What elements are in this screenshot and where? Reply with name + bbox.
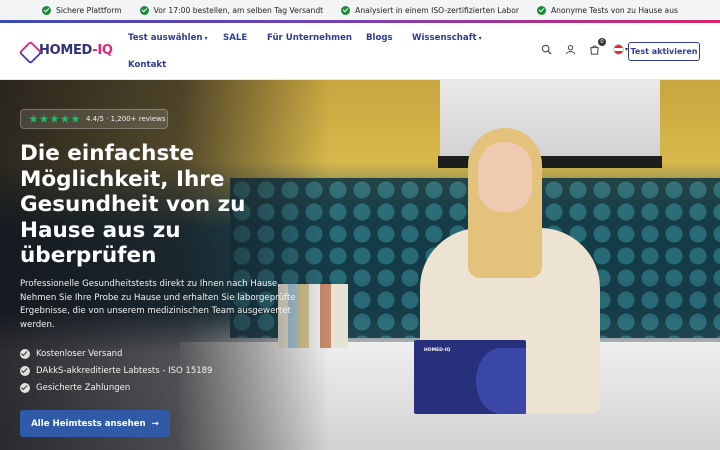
star-icon bbox=[29, 114, 38, 123]
feature-item: Kostenloser Versand bbox=[20, 345, 260, 362]
check-icon bbox=[536, 5, 546, 15]
star-icon bbox=[50, 114, 59, 123]
header-actions: 0 ▾ bbox=[541, 38, 628, 55]
chevron-down-icon: ▾ bbox=[204, 35, 208, 42]
hero-description: Professionelle Gesundheitstests direkt z… bbox=[20, 279, 296, 330]
nav-item-kontakt[interactable]: Kontakt bbox=[128, 60, 166, 70]
check-circle-icon bbox=[20, 365, 30, 376]
announcement-item: Sichere Plattform bbox=[42, 5, 122, 15]
check-circle-icon bbox=[20, 348, 30, 359]
announcement-text: Analysiert in einem ISO-zertifizierten L… bbox=[355, 5, 519, 15]
chevron-down-icon: ▾ bbox=[478, 35, 482, 42]
nav-item-blogs[interactable]: Blogs bbox=[366, 33, 393, 43]
feature-list: Kostenloser Versand DAkkS-akkreditierte … bbox=[20, 345, 260, 396]
feature-item: Gesicherte Zahlungen bbox=[20, 379, 260, 396]
view-home-tests-button[interactable]: Alle Heimtests ansehen → bbox=[20, 410, 170, 437]
test-kit-box-image: HOMED-IQ bbox=[414, 340, 526, 414]
site-header: HOMED-IQ Test auswählen ▾ SALE Für Untern… bbox=[0, 23, 720, 80]
button-label: Alle Heimtests ansehen bbox=[31, 418, 146, 429]
search-icon[interactable] bbox=[541, 43, 553, 55]
check-circle-icon bbox=[20, 382, 30, 393]
announcement-item: Vor 17:00 bestellen, am selben Tag Versa… bbox=[139, 5, 324, 15]
star-icon bbox=[39, 114, 49, 123]
language-selector[interactable]: ▾ bbox=[612, 43, 628, 55]
nav-item-wissenschaft[interactable]: Wissenschaft ▾ bbox=[412, 33, 482, 43]
test-kit-brand: HOMED-IQ bbox=[424, 348, 451, 353]
austria-flag-icon bbox=[612, 43, 624, 55]
hero-headline: Die einfachste Möglichkeit, Ihre Gesundh… bbox=[20, 141, 246, 268]
arrow-right-icon: → bbox=[151, 418, 159, 429]
announcement-item: Analysiert in einem ISO-zertifizierten L… bbox=[341, 5, 519, 15]
announcement-text: Sichere Plattform bbox=[56, 5, 122, 15]
logo[interactable]: HOMED-IQ bbox=[20, 42, 113, 59]
logo-text: HOMED-IQ bbox=[39, 43, 113, 58]
logo-icon bbox=[20, 42, 37, 59]
rating-badge[interactable]: 4.4/5 · 1,200+ reviews bbox=[20, 109, 168, 129]
rating-stars bbox=[29, 114, 80, 124]
hero-section: HOMED-IQ 4.4/5 · 1,200+ reviews Die einf… bbox=[0, 80, 720, 450]
announcement-text: Anonyme Tests von zu Hause aus bbox=[550, 5, 678, 15]
nav-item-sale[interactable]: SALE bbox=[223, 33, 247, 43]
activate-test-button[interactable]: Test aktivieren bbox=[628, 42, 700, 61]
check-icon bbox=[42, 5, 51, 15]
check-icon bbox=[139, 5, 149, 15]
announcement-text: Vor 17:00 bestellen, am selben Tag Versa… bbox=[153, 5, 324, 15]
star-icon bbox=[60, 114, 70, 123]
star-icon bbox=[71, 114, 80, 123]
rating-text: 4.4/5 · 1,200+ reviews bbox=[86, 115, 166, 123]
cart-count-badge: 0 bbox=[597, 38, 606, 46]
nav-item-fuer-unternehmen[interactable]: Für Unternehmen bbox=[267, 33, 352, 43]
feature-text: DAkkS-akkreditierte Labtests - ISO 15189 bbox=[36, 365, 213, 376]
user-icon[interactable] bbox=[565, 43, 577, 55]
cart-icon[interactable]: 0 bbox=[589, 38, 606, 55]
check-icon bbox=[341, 5, 351, 15]
feature-text: Kostenloser Versand bbox=[36, 348, 123, 359]
feature-text: Gesicherte Zahlungen bbox=[36, 382, 131, 393]
announcement-item: Anonyme Tests von zu Hause aus bbox=[536, 5, 678, 15]
announcement-bar: Sichere Plattform Vor 17:00 bestellen, a… bbox=[0, 0, 720, 20]
nav-item-test-auswaehlen[interactable]: Test auswählen ▾ bbox=[128, 33, 208, 43]
feature-item: DAkkS-akkreditierte Labtests - ISO 15189 bbox=[20, 362, 260, 379]
